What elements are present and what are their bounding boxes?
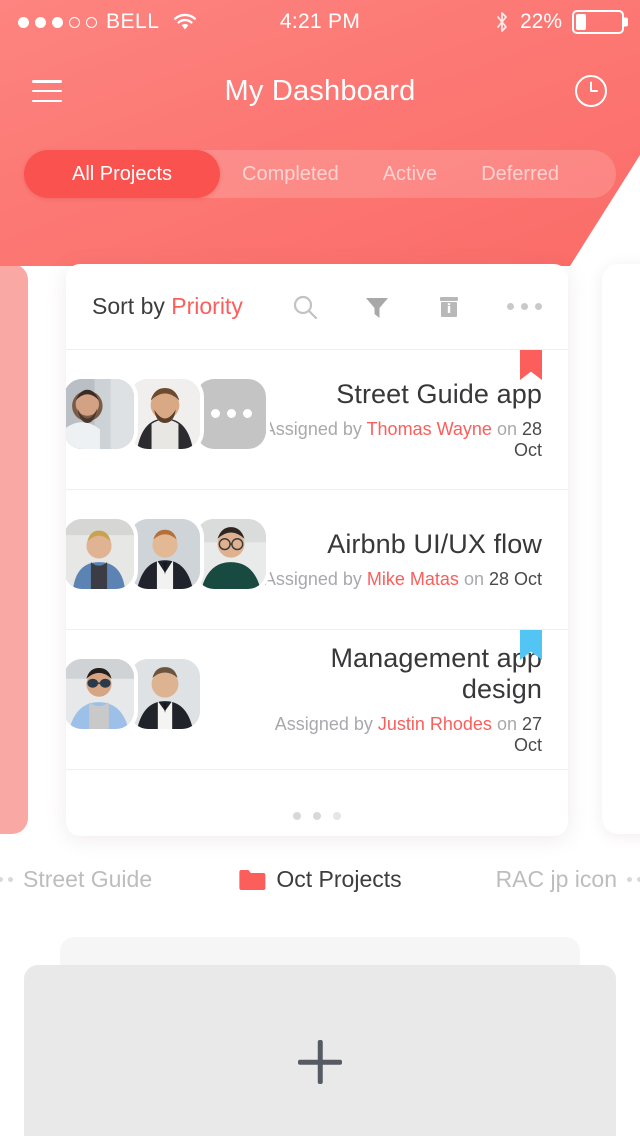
avatar (66, 514, 138, 593)
project-row[interactable]: Management app design Assigned by Justin… (66, 630, 568, 770)
sort-by-control[interactable]: Sort by Priority (92, 293, 243, 320)
avatar (66, 374, 138, 453)
more-options-icon[interactable] (507, 303, 542, 310)
assignee-avatars (66, 654, 254, 745)
ellipsis-dots-right-icon (627, 876, 640, 882)
folder-icon (238, 868, 266, 891)
project-meta: Assigned by Mike Matas on 28 Oct (264, 569, 542, 590)
project-filter-tabs: All Projects Completed Active Deferred (24, 150, 616, 198)
project-info: Street Guide app Assigned by Thomas Wayn… (254, 379, 568, 461)
folder-label-previous: Street Guide (23, 865, 153, 892)
status-bar-time: 4:21 PM (279, 10, 361, 33)
on-label: on (458, 569, 489, 589)
assignee-name[interactable]: Thomas Wayne (367, 419, 492, 439)
assigned-by-label: Assigned by (263, 569, 367, 589)
navigation-bar: My Dashboard (0, 60, 640, 122)
project-info: Airbnb UI/UX flow Assigned by Mike Matas… (264, 529, 568, 590)
project-title: Airbnb UI/UX flow (327, 529, 542, 559)
assignee-avatars (66, 374, 270, 465)
hamburger-menu-icon[interactable] (32, 80, 62, 102)
project-row[interactable]: Street Guide app Assigned by Thomas Wayn… (66, 350, 568, 490)
ellipsis-dots-left-icon (0, 876, 13, 882)
search-icon[interactable] (291, 293, 319, 321)
assignee-avatars (66, 514, 270, 605)
card-pagination-dots[interactable] (66, 812, 568, 820)
archive-info-icon[interactable] (435, 293, 463, 321)
page-title: My Dashboard (224, 74, 416, 107)
on-label: on (491, 714, 522, 734)
status-bar: BELL 4:21 PM 22% (0, 0, 640, 44)
project-date: 28 Oct (488, 569, 542, 589)
folder-item-next[interactable]: RAC jp icon (496, 866, 640, 893)
project-title: Management app design (330, 643, 542, 704)
project-info: Management app design Assigned by Justin… (254, 643, 568, 756)
project-meta: Assigned by Justin Rhodes on 27 Oct (254, 714, 542, 756)
folder-label-next: RAC jp icon (495, 865, 617, 892)
assigned-by-label: Assigned by (274, 714, 378, 734)
project-title: Street Guide app (336, 378, 542, 409)
folder-carousel: Street Guide Oct Projects RAC jp icon (0, 856, 640, 902)
app-screen: BELL 4:21 PM 22% My Dashboard All Projec… (0, 0, 640, 1136)
plus-icon (298, 1040, 342, 1084)
assignee-name[interactable]: Mike Matas (367, 569, 459, 589)
tab-completed[interactable]: Completed (220, 150, 361, 198)
card-toolbar-icons (291, 293, 542, 321)
carousel-peek-card-right[interactable] (602, 264, 640, 834)
clock-icon[interactable] (574, 74, 608, 108)
priority-flag-icon (520, 350, 542, 380)
bluetooth-icon (494, 11, 510, 33)
sort-by-label: Sort by (92, 293, 172, 319)
avatar (66, 654, 138, 733)
tab-active[interactable]: Active (361, 150, 459, 198)
battery-icon (572, 10, 624, 34)
carousel-peek-card-left[interactable] (0, 264, 28, 834)
assigned-by-label: Assigned by (263, 418, 367, 439)
folder-label-current: Oct Projects (276, 865, 402, 892)
folder-item-previous[interactable]: Street Guide (0, 866, 152, 893)
project-row[interactable]: Airbnb UI/UX flow Assigned by Mike Matas… (66, 490, 568, 630)
tab-deferred[interactable]: Deferred (459, 150, 581, 198)
projects-card: Sort by Priority Street Guide app Assign… (66, 264, 568, 836)
sort-by-value: Priority (171, 293, 243, 319)
tab-all-projects[interactable]: All Projects (24, 150, 220, 198)
add-project-card[interactable] (24, 965, 616, 1136)
card-toolbar: Sort by Priority (66, 264, 568, 350)
assignee-name[interactable]: Justin Rhodes (378, 714, 492, 734)
on-label: on (491, 418, 522, 439)
filter-icon[interactable] (363, 293, 391, 321)
project-meta: Assigned by Thomas Wayne on 28 Oct (254, 419, 542, 461)
folder-item-current[interactable]: Oct Projects (238, 865, 402, 893)
